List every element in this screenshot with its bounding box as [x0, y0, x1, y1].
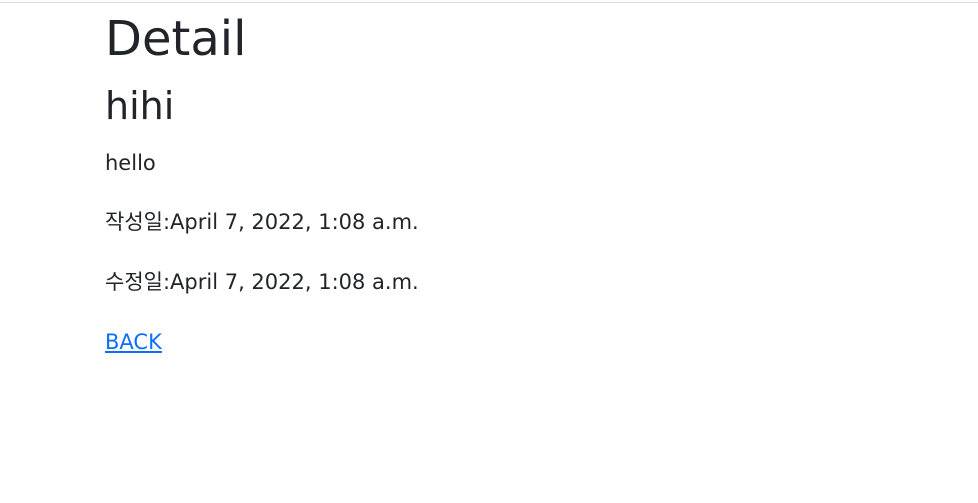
- post-content: hello: [105, 151, 156, 175]
- created-date-value: April 7, 2022, 1:08 a.m.: [170, 210, 419, 234]
- updated-date-value: April 7, 2022, 1:08 a.m.: [170, 270, 419, 294]
- updated-date-row: 수정일:April 7, 2022, 1:08 a.m.: [105, 268, 419, 296]
- created-date-row: 작성일:April 7, 2022, 1:08 a.m.: [105, 208, 419, 236]
- created-date-label: 작성일:: [105, 210, 171, 234]
- page-title: Detail: [105, 11, 247, 67]
- back-link[interactable]: BACK: [105, 328, 162, 356]
- updated-date-label: 수정일:: [105, 270, 171, 294]
- top-divider: [0, 2, 978, 3]
- post-title: hihi: [105, 84, 175, 128]
